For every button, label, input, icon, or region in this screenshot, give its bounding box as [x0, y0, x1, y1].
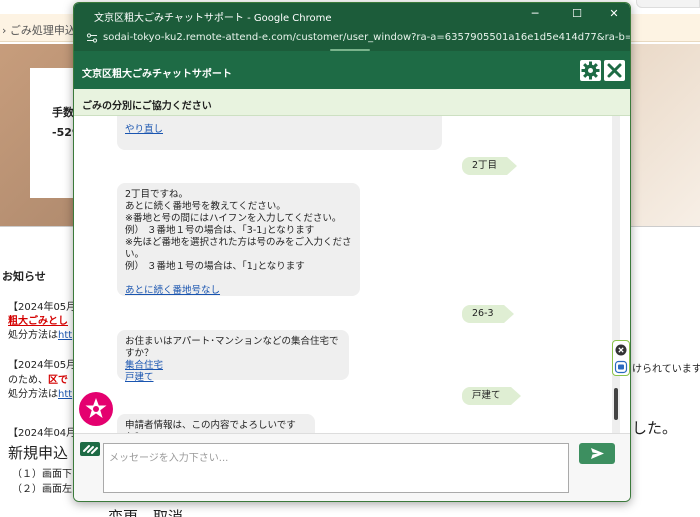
close-chat-button[interactable]: [604, 60, 625, 81]
user-message: 2丁目: [462, 157, 518, 175]
bg-notice3-date: 【2024年04月: [8, 428, 77, 439]
user-message: 戸建て: [462, 387, 520, 405]
bot-avatar-icon: [85, 398, 107, 418]
floating-widget[interactable]: [612, 340, 630, 376]
window-titlebar[interactable]: 文京区粗大ごみチャットサポート - Google Chrome ─ ☐ ✕: [74, 3, 630, 25]
bot-line: 例） ３番地１号の場合は、｢1｣となります: [125, 261, 305, 272]
bot-line: お住まいはアパート･マンションなどの集合住宅ですか？: [125, 336, 339, 359]
message-compose-area: [74, 433, 630, 501]
gear-icon: [581, 61, 600, 80]
widget-chat-icon[interactable]: [613, 359, 629, 375]
address-bar[interactable]: sodai-tokyo-ku2.remote-attend-e.com/cust…: [74, 25, 630, 51]
user-message-text: 26-3: [472, 308, 494, 319]
notice-banner: ごみの分別にご協力ください: [74, 89, 630, 116]
chat-scrollbar-thumb[interactable]: [614, 388, 618, 420]
site-settings-icon[interactable]: [86, 32, 98, 44]
bg-notice1-url[interactable]: htt: [58, 330, 72, 341]
bg-step2: （２）画面左: [12, 484, 72, 495]
bg-notice1-method: 処分方法はhtt: [8, 330, 73, 341]
bg-notice2-tail: けられています。: [632, 364, 700, 375]
bg-notice2-date: 【2024年05月: [8, 360, 77, 371]
bot-line: ※番地と号の間にはハイフンを入力してください。: [125, 213, 342, 224]
bg-notice3-tail: した。: [632, 419, 678, 437]
redo-link[interactable]: やり直し: [125, 124, 434, 136]
app-title: 文京区粗大ごみチャットサポート: [82, 69, 232, 80]
app-header: 文京区粗大ごみチャットサポート: [74, 51, 630, 89]
bg-top-right-tab[interactable]: [636, 0, 700, 8]
bot-message: 2丁目ですね。 あとに続く番地号を教えてください。 ※番地と号の間にはハイフンを…: [117, 183, 360, 296]
bg-bottom-buttons[interactable]: 変更 取消: [108, 506, 183, 517]
close-icon: [607, 63, 622, 78]
bg-notice2-text: のため、区で: [8, 375, 68, 386]
bg-fee-label: 手数: [52, 106, 74, 119]
bot-avatar: [79, 392, 113, 426]
message-input[interactable]: [103, 443, 569, 493]
bot-message: お住まいはアパート･マンションなどの集合住宅ですか？ 集合住宅 戸建て: [117, 330, 349, 383]
bot-line: あとに続く番地号を教えてください。: [125, 201, 286, 212]
page-url[interactable]: sodai-tokyo-ku2.remote-attend-e.com/cust…: [103, 32, 630, 43]
window-title: 文京区粗大ごみチャットサポート - Google Chrome: [94, 13, 332, 24]
minimize-icon[interactable]: ─: [523, 6, 547, 22]
user-message-text: 戸建て: [472, 390, 501, 401]
chat-logo: [80, 442, 100, 456]
no-number-link[interactable]: あとに続く番地号なし: [125, 285, 352, 297]
bot-message: やり直し: [117, 116, 442, 150]
bg-notice-heading: お知らせ: [2, 270, 46, 283]
bg-notice2-url[interactable]: htt: [58, 389, 72, 400]
bot-message: 申請者情報は、この内容でよろしいですか？: [117, 414, 315, 433]
user-message: 26-3: [462, 305, 514, 323]
send-button[interactable]: [579, 443, 615, 464]
chat-logo-icon: [83, 445, 98, 454]
user-message-text: 2丁目: [472, 160, 498, 171]
send-icon: [591, 448, 604, 459]
settings-button[interactable]: [580, 60, 601, 81]
bg-notice1-date: 【2024年05月: [8, 302, 77, 313]
notice-banner-text: ごみの分別にご協力ください: [82, 101, 212, 112]
house-option-link[interactable]: 戸建て: [125, 372, 341, 384]
window-close-icon[interactable]: ✕: [602, 6, 626, 22]
widget-close-icon[interactable]: [613, 342, 629, 358]
bot-line: ※先ほど番地を選択された方は号のみをご入力ください。: [125, 237, 352, 260]
apartment-option-link[interactable]: 集合住宅: [125, 360, 341, 372]
bot-line: 2丁目ですね。: [125, 189, 189, 200]
bg-new-app-heading: 新規申込: [8, 444, 69, 462]
bg-notice1-link[interactable]: 粗大ごみとし: [8, 312, 68, 327]
bg-breadcrumb[interactable]: › ごみ処理申込: [2, 22, 76, 38]
chat-scrollbar[interactable]: [612, 116, 620, 433]
bg-step1: （１）画面下: [12, 469, 72, 480]
chat-popup-window: 文京区粗大ごみチャットサポート - Google Chrome ─ ☐ ✕ so…: [73, 2, 631, 502]
bot-line: 申請者情報は、この内容でよろしいですか？: [125, 420, 296, 433]
maximize-icon[interactable]: ☐: [565, 6, 589, 22]
bot-line: 例） ３番地１号の場合は、｢3-1｣となります: [125, 225, 315, 236]
chat-log[interactable]: やり直し 2丁目 2丁目ですね。 あとに続く番地号を教えてください。 ※番地と号…: [74, 116, 622, 433]
bg-notice2-method: 処分方法はhtt: [8, 389, 73, 400]
